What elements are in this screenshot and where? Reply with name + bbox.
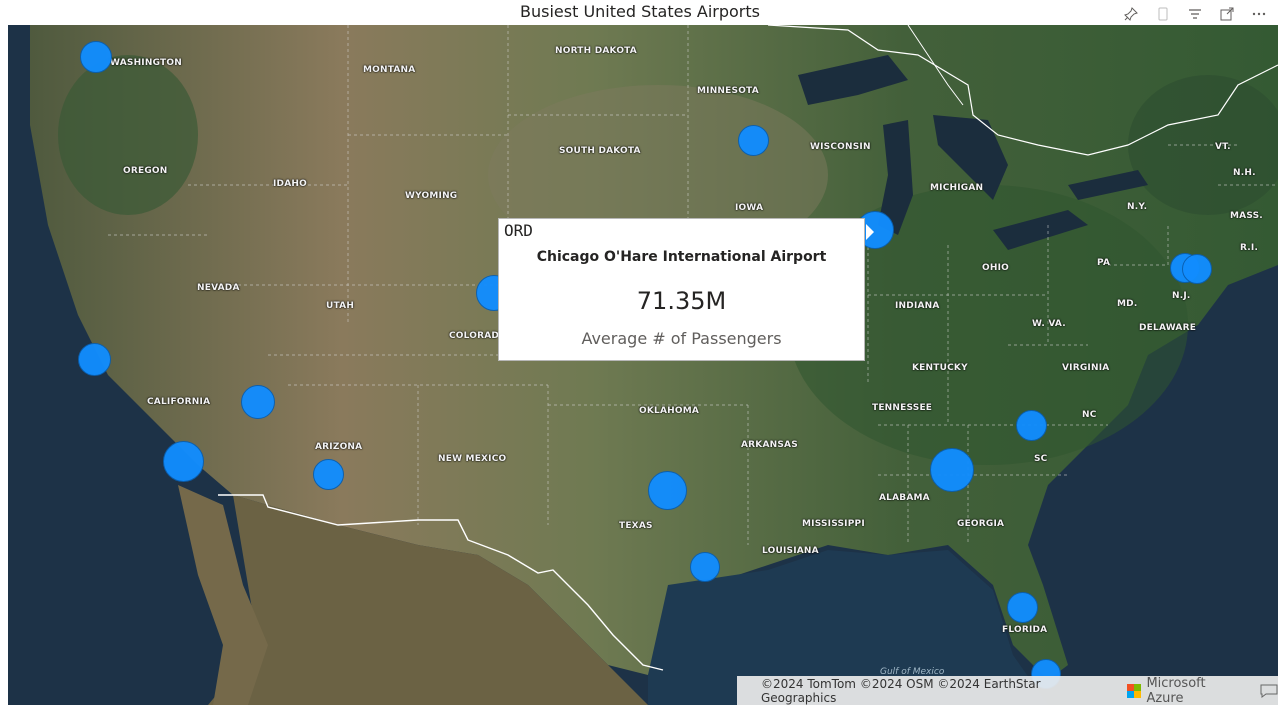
state-label-minnesota: MINNESOTA xyxy=(697,86,759,96)
state-label-md: MD. xyxy=(1117,299,1138,309)
state-label-washington: WASHINGTON xyxy=(110,58,182,68)
visual-header-toolbar xyxy=(1118,4,1272,24)
map-canvas[interactable]: WASHINGTON MONTANA NORTH DAKOTA MINNESOT… xyxy=(8,25,1278,705)
state-label-north-dakota: NORTH DAKOTA xyxy=(555,46,637,56)
state-label-florida: FLORIDA xyxy=(1002,625,1048,635)
state-label-virginia: VIRGINIA xyxy=(1062,363,1110,373)
state-label-delaware: DELAWARE xyxy=(1139,323,1197,333)
state-label-nevada: NEVADA xyxy=(197,283,240,293)
state-label-georgia: GEORGIA xyxy=(957,519,1005,529)
state-label-mass: MASS. xyxy=(1230,211,1263,221)
state-label-iowa: IOWA xyxy=(735,203,764,213)
azure-provider-label: Microsoft Azure xyxy=(1146,675,1206,706)
state-label-pa: PA xyxy=(1097,258,1111,268)
state-label-alabama: ALABAMA xyxy=(879,493,930,503)
state-label-oklahoma: OKLAHOMA xyxy=(639,406,700,416)
tooltip-value: 71.35M xyxy=(636,287,727,315)
feedback-icon[interactable] xyxy=(1260,684,1278,698)
airport-bubble-msp[interactable] xyxy=(738,125,769,156)
state-label-tennessee: TENNESSEE xyxy=(872,403,933,413)
airport-bubble-las[interactable] xyxy=(241,385,275,419)
attribution-text: ©2024 TomTom ©2024 OSM ©2024 EarthStar G… xyxy=(761,676,1041,705)
microsoft-logo-icon xyxy=(1127,683,1142,698)
state-label-ny: N.Y. xyxy=(1127,202,1148,212)
airport-bubble-dfw[interactable] xyxy=(648,471,687,510)
state-label-kentucky: KENTUCKY xyxy=(912,363,968,373)
state-label-arkansas: ARKANSAS xyxy=(741,440,798,450)
state-label-ohio: OHIO xyxy=(982,263,1009,273)
airport-bubble-sea[interactable] xyxy=(80,41,112,73)
state-label-michigan: MICHIGAN xyxy=(930,183,984,193)
airport-bubble-clt[interactable] xyxy=(1016,410,1047,441)
state-label-sc: SC xyxy=(1034,454,1048,464)
state-label-california: CALIFORNIA xyxy=(147,397,211,407)
tooltip-pointer xyxy=(866,224,874,240)
pin-icon[interactable] xyxy=(1120,4,1142,24)
airport-bubble-mco[interactable] xyxy=(1007,592,1038,623)
airport-bubble-ewr[interactable] xyxy=(1182,254,1212,284)
state-label-utah: UTAH xyxy=(326,301,355,311)
more-options-icon[interactable] xyxy=(1248,4,1270,24)
airport-bubble-lax[interactable] xyxy=(163,441,204,482)
state-label-nh: N.H. xyxy=(1233,168,1256,178)
tooltip-airport-code: ORD xyxy=(504,221,533,240)
state-label-louisiana: LOUISIANA xyxy=(762,546,819,556)
visual-title: Busiest United States Airports xyxy=(520,2,760,21)
filter-icon[interactable] xyxy=(1184,4,1206,24)
state-label-idaho: IDAHO xyxy=(273,179,307,189)
copy-icon[interactable] xyxy=(1152,4,1174,24)
airport-tooltip: ORD Chicago O'Hare International Airport… xyxy=(498,218,865,361)
state-label-wyoming: WYOMING xyxy=(405,191,458,201)
state-label-south-dakota: SOUTH DAKOTA xyxy=(559,146,641,156)
airport-bubble-sfo[interactable] xyxy=(78,343,111,376)
state-label-nc: NC xyxy=(1082,410,1097,420)
map-attribution-bar: ©2024 TomTom ©2024 OSM ©2024 EarthStar G… xyxy=(737,676,1278,706)
azure-branding: Microsoft Azure xyxy=(1127,676,1242,706)
focus-mode-icon[interactable] xyxy=(1216,4,1238,24)
state-label-wva: W. VA. xyxy=(1032,319,1066,329)
state-label-arizona: ARIZONA xyxy=(315,442,363,452)
state-label-oregon: OREGON xyxy=(123,166,168,176)
state-label-wisconsin: WISCONSIN xyxy=(810,142,871,152)
airport-bubble-phx[interactable] xyxy=(313,459,344,490)
state-label-indiana: INDIANA xyxy=(895,301,940,311)
state-label-texas: TEXAS xyxy=(619,521,653,531)
state-label-new-mexico: NEW MEXICO xyxy=(438,454,507,464)
tooltip-airport-name: Chicago O'Hare International Airport xyxy=(536,249,827,265)
state-label-ri: R.I. xyxy=(1240,243,1259,253)
state-label-vt: VT. xyxy=(1215,142,1231,152)
state-label-nj: N.J. xyxy=(1172,291,1191,301)
airport-bubble-iah[interactable] xyxy=(690,552,720,582)
tooltip-measure-label: Average # of Passengers xyxy=(581,329,782,348)
state-label-montana: MONTANA xyxy=(363,65,416,75)
state-label-mississippi: MISSISSIPPI xyxy=(802,519,865,529)
airport-bubble-atl[interactable] xyxy=(930,448,974,492)
